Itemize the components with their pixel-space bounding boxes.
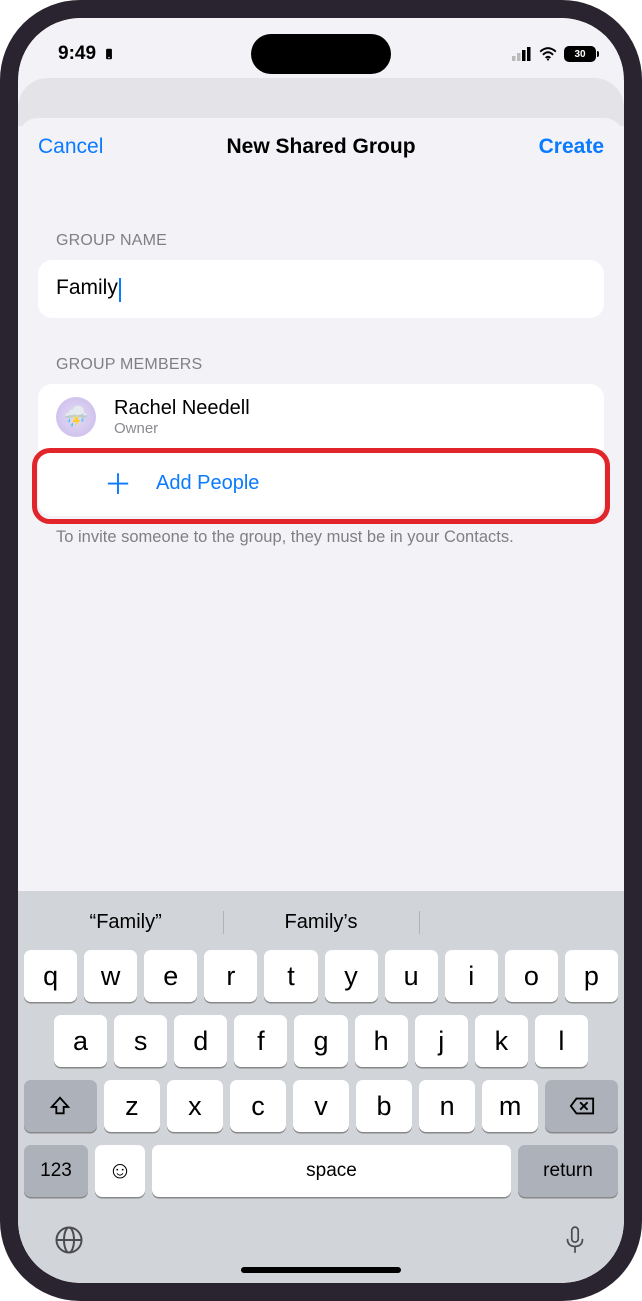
key-o[interactable]: o [505, 950, 558, 1002]
key-v[interactable]: v [293, 1080, 349, 1132]
create-button[interactable]: Create [539, 135, 604, 159]
key-f[interactable]: f [234, 1015, 287, 1067]
suggestion-3[interactable] [419, 905, 614, 940]
status-time: 9:49 [58, 43, 96, 65]
key-x[interactable]: x [167, 1080, 223, 1132]
location-icon [102, 47, 116, 61]
delete-key[interactable] [545, 1080, 618, 1132]
key-j[interactable]: j [415, 1015, 468, 1067]
cellular-icon [512, 47, 532, 61]
key-y[interactable]: y [325, 950, 378, 1002]
member-role: Owner [114, 420, 250, 437]
key-l[interactable]: l [535, 1015, 588, 1067]
phone-frame: 9:49 30 Cancel New Shared Group Create G… [0, 0, 642, 1301]
cancel-button[interactable]: Cancel [38, 135, 103, 159]
key-i[interactable]: i [445, 950, 498, 1002]
key-e[interactable]: e [144, 950, 197, 1002]
key-a[interactable]: a [54, 1015, 107, 1067]
backspace-icon [569, 1096, 595, 1116]
group-name-input[interactable]: Family [56, 276, 118, 299]
key-q[interactable]: q [24, 950, 77, 1002]
screen: 9:49 30 Cancel New Shared Group Create G… [18, 18, 624, 1283]
home-indicator[interactable] [241, 1267, 401, 1273]
key-row-bottom: 123 ☺ space return [18, 1145, 624, 1207]
dynamic-island [251, 34, 391, 74]
key-row-1: q w e r t y u i o p [24, 950, 618, 1002]
key-row-2: a s d f g h j k l [24, 1015, 618, 1067]
suggestion-1[interactable]: “Family” [28, 905, 223, 940]
add-people-label: Add People [156, 472, 259, 495]
text-cursor [119, 278, 121, 302]
key-w[interactable]: w [84, 950, 137, 1002]
globe-icon[interactable] [54, 1225, 84, 1255]
modal-sheet: Cancel New Shared Group Create GROUP NAM… [18, 118, 624, 1283]
group-name-header: GROUP NAME [38, 232, 604, 250]
wifi-icon [538, 47, 558, 61]
keyboard: “Family” Family’s q w e r t y u i o [18, 891, 624, 1283]
key-p[interactable]: p [565, 950, 618, 1002]
mic-icon[interactable] [562, 1225, 588, 1255]
key-g[interactable]: g [294, 1015, 347, 1067]
key-t[interactable]: t [264, 950, 317, 1002]
key-d[interactable]: d [174, 1015, 227, 1067]
emoji-key[interactable]: ☺ [95, 1145, 145, 1197]
key-h[interactable]: h [355, 1015, 408, 1067]
key-b[interactable]: b [356, 1080, 412, 1132]
content-area: GROUP NAME Family GROUP MEMBERS ⛈️ Rache… [18, 176, 624, 548]
key-row-3: z x c v b n m [24, 1080, 618, 1132]
key-c[interactable]: c [230, 1080, 286, 1132]
shift-key[interactable] [24, 1080, 97, 1132]
add-people-row[interactable]: ＋ Add People [98, 450, 604, 516]
key-s[interactable]: s [114, 1015, 167, 1067]
avatar: ⛈️ [56, 397, 96, 437]
group-name-cell[interactable]: Family [38, 260, 604, 318]
page-title: New Shared Group [226, 135, 415, 159]
return-key[interactable]: return [518, 1145, 618, 1197]
member-row-owner[interactable]: ⛈️ Rachel Needell Owner [38, 384, 604, 450]
members-list: ⛈️ Rachel Needell Owner ＋ Add People [38, 384, 604, 516]
group-members-header: GROUP MEMBERS [38, 356, 604, 374]
footer-note: To invite someone to the group, they mus… [38, 516, 604, 548]
nav-bar: Cancel New Shared Group Create [18, 118, 624, 176]
key-z[interactable]: z [104, 1080, 160, 1132]
space-key[interactable]: space [152, 1145, 511, 1197]
suggestion-2[interactable]: Family’s [223, 905, 418, 940]
numbers-key[interactable]: 123 [24, 1145, 88, 1197]
plus-icon: ＋ [98, 463, 138, 503]
battery-icon: 30 [564, 46, 596, 62]
key-r[interactable]: r [204, 950, 257, 1002]
suggestion-bar: “Family” Family’s [18, 897, 624, 950]
key-k[interactable]: k [475, 1015, 528, 1067]
key-u[interactable]: u [385, 950, 438, 1002]
key-n[interactable]: n [419, 1080, 475, 1132]
member-name: Rachel Needell [114, 397, 250, 420]
shift-icon [49, 1095, 71, 1117]
key-m[interactable]: m [482, 1080, 538, 1132]
